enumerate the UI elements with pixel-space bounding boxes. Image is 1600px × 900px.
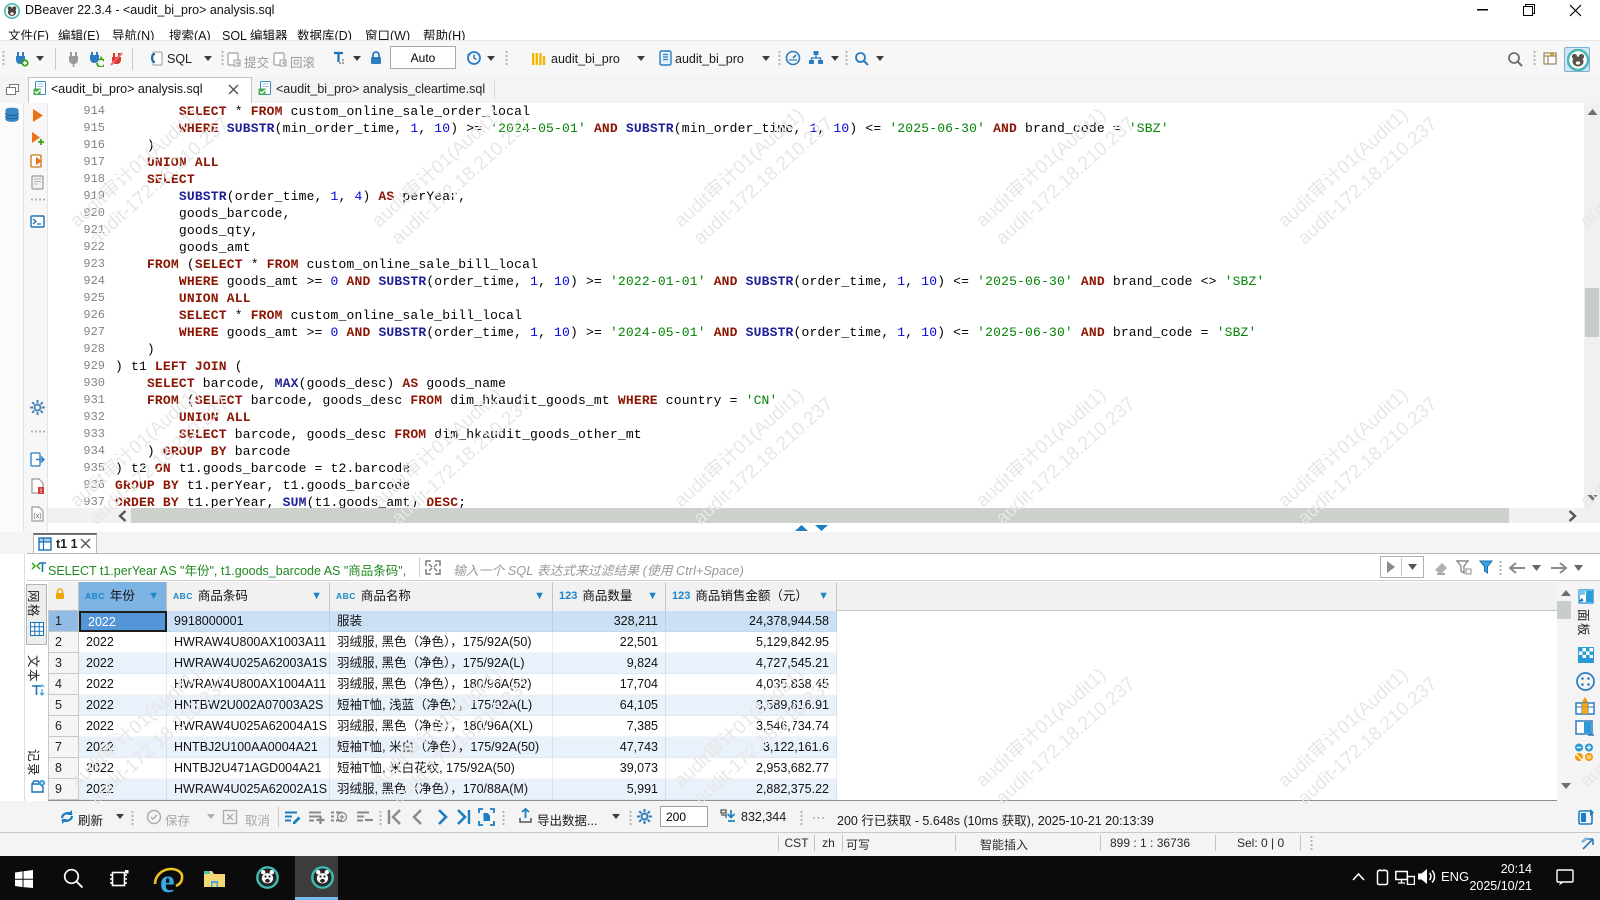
svg-text:!: !: [40, 489, 42, 495]
svg-text:(x): (x): [33, 513, 41, 520]
